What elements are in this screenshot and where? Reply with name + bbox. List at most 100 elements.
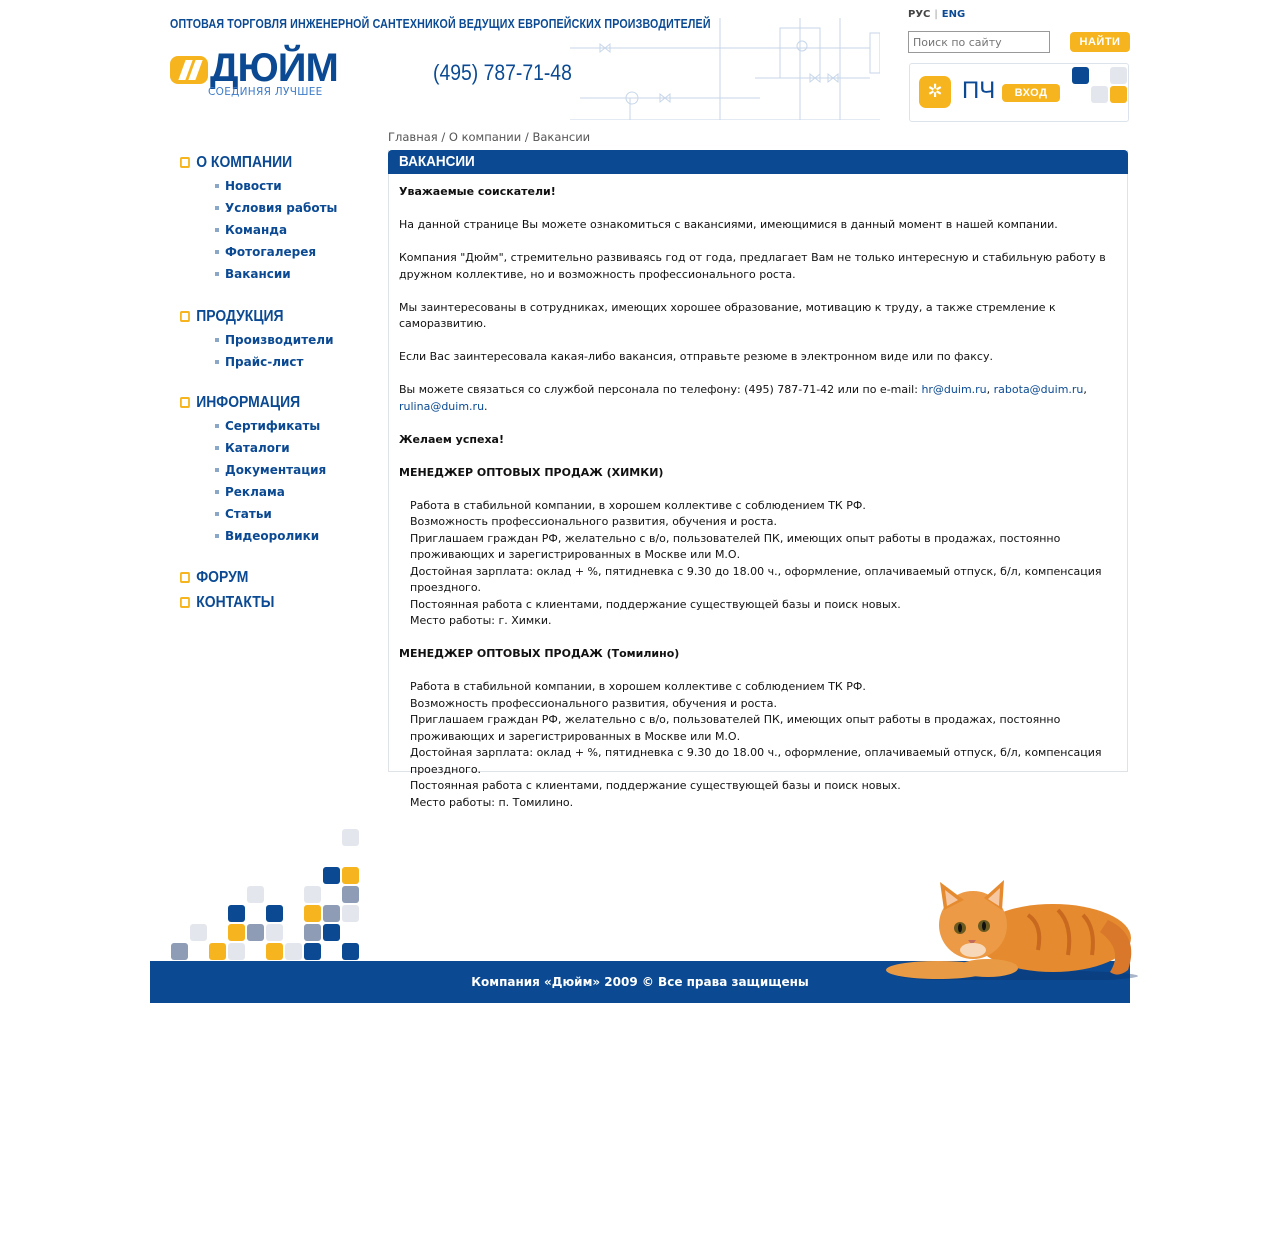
login-button[interactable]: ВХОД xyxy=(1002,84,1060,102)
lang-separator: | xyxy=(934,9,938,20)
logo-mark-icon xyxy=(170,56,208,84)
sidebar-item-label: Фотогалерея xyxy=(225,245,317,259)
dot-bullet-icon xyxy=(215,360,219,364)
decor-tile xyxy=(171,943,188,960)
decor-tile xyxy=(190,924,207,941)
site-logo[interactable]: ДЮЙМ СОЕДИНЯЯ ЛУЧШЕЕ xyxy=(170,48,400,102)
square-bullet-icon xyxy=(180,311,190,322)
nav-section-company[interactable]: О КОМПАНИИ xyxy=(180,150,360,175)
vacancy-line: Возможность профессионального развития, … xyxy=(410,515,778,528)
sidebar-item-label: Производители xyxy=(225,333,334,347)
vacancy-details: Работа в стабильной компании, в хорошем … xyxy=(399,498,1117,630)
sidebar-item-label: Команда xyxy=(225,223,288,237)
nav-section-forum[interactable]: ФОРУМ xyxy=(180,565,360,590)
sidebar-item-videos[interactable]: Видеоролики xyxy=(215,525,380,547)
sidebar-item-team[interactable]: Команда xyxy=(215,219,380,241)
decor-tile xyxy=(266,905,283,922)
decor-tile xyxy=(1110,67,1127,84)
vacancy-line: Место работы: п. Томилино. xyxy=(410,795,574,809)
contact-text: Вы можете связаться со службой персонала… xyxy=(399,383,918,396)
square-bullet-icon xyxy=(180,157,190,168)
decor-tile xyxy=(209,943,226,960)
sidebar-item-label: Новости xyxy=(225,179,282,193)
sidebar-item-articles[interactable]: Статьи xyxy=(215,503,380,525)
lang-en[interactable]: ENG xyxy=(942,9,965,20)
decor-tile xyxy=(323,924,340,941)
square-bullet-icon xyxy=(180,572,190,583)
decor-tile xyxy=(1072,67,1089,84)
dot-bullet-icon xyxy=(215,534,219,538)
dot-bullet-icon xyxy=(215,490,219,494)
sidebar-item-manufacturers[interactable]: Производители xyxy=(215,329,380,351)
vacancy-line: Возможность профессионального развития, … xyxy=(410,696,778,710)
decor-tile xyxy=(1091,86,1108,103)
paragraph: На данной странице Вы можете ознакомитьс… xyxy=(399,218,1058,231)
dot-bullet-icon xyxy=(215,512,219,516)
sidebar-item-documentation[interactable]: Документация xyxy=(215,459,380,481)
decor-tile xyxy=(247,886,264,903)
sidebar-item-certificates[interactable]: Сертификаты xyxy=(215,415,380,437)
content-body: Уважаемые соискатели! На данной странице… xyxy=(389,174,1127,811)
vacancy-line: Постоянная работа с клиентами, поддержан… xyxy=(410,779,901,792)
nav-section-products[interactable]: ПРОДУКЦИЯ xyxy=(180,304,360,329)
sidebar-item-news[interactable]: Новости xyxy=(215,175,380,197)
header-phone: (495) 787-71-48 xyxy=(433,60,572,85)
separator: , xyxy=(1083,383,1087,396)
dot-bullet-icon xyxy=(215,424,219,428)
lang-ru[interactable]: РУС xyxy=(908,9,930,20)
sidebar-item-label: Статьи xyxy=(225,507,272,521)
nav-section-contacts[interactable]: КОНТАКТЫ xyxy=(180,590,360,615)
email-link-hr[interactable]: hr@duim.ru xyxy=(921,383,986,396)
sidebar-item-advertising[interactable]: Реклама xyxy=(215,481,380,503)
separator: . xyxy=(484,399,488,413)
language-switcher: РУС | ENG xyxy=(908,9,965,20)
email-link-rabota[interactable]: rabota@duim.ru xyxy=(994,383,1084,396)
sidebar-item-label: Условия работы xyxy=(225,201,338,215)
sidebar-item-label: Сертификаты xyxy=(225,419,321,433)
breadcrumb-path[interactable]: Главная / О компании / Вакансии xyxy=(388,130,590,144)
nav-section-label: ФОРУМ xyxy=(196,569,249,586)
sidebar-item-label: Документация xyxy=(225,463,327,477)
nav-section-label: ИНФОРМАЦИЯ xyxy=(196,394,301,411)
sidebar-item-catalogs[interactable]: Каталоги xyxy=(215,437,380,459)
logo-text: ДЮЙМ xyxy=(210,46,339,90)
decor-tile xyxy=(342,886,359,903)
vacancy-line: Работа в стабильной компании, в хорошем … xyxy=(410,498,866,512)
sidebar-item-vacancies[interactable]: Вакансии xyxy=(215,263,380,285)
nav-section-information[interactable]: ИНФОРМАЦИЯ xyxy=(180,390,360,415)
sidebar-item-label: Вакансии xyxy=(225,267,291,281)
sidebar-item-label: Реклама xyxy=(225,485,285,499)
decor-tile xyxy=(342,905,359,922)
vacancy-details: Работа в стабильной компании, в хорошем … xyxy=(399,679,1117,811)
nav-section-label: ПРОДУКЦИЯ xyxy=(196,308,284,325)
decor-tile xyxy=(342,867,359,884)
dot-bullet-icon xyxy=(215,206,219,210)
vacancy-line: Достойная зарплата: оклад + %, пятидневк… xyxy=(410,746,1102,776)
decor-tile xyxy=(266,924,283,941)
sidebar-item-work-conditions[interactable]: Условия работы xyxy=(215,197,380,219)
page-title-bar: ВАКАНСИИ xyxy=(388,150,1128,174)
vacancy-line: Достойная зарплата: оклад + %, пятидневк… xyxy=(410,564,1102,595)
pipe-schematic-icon xyxy=(570,18,880,120)
dot-bullet-icon xyxy=(215,272,219,276)
decor-tile xyxy=(1110,86,1127,103)
wish-text: Желаем успеха! xyxy=(399,432,504,446)
search-button[interactable]: НАЙТИ xyxy=(1070,32,1130,52)
sidebar-nav: О КОМПАНИИ Новости Условия работы Команд… xyxy=(180,150,380,615)
email-link-rulina[interactable]: rulina@duim.ru xyxy=(399,400,484,413)
decor-tile xyxy=(285,943,302,960)
contact-paragraph: Вы можете связаться со службой персонала… xyxy=(399,382,1117,415)
sidebar-item-gallery[interactable]: Фотогалерея xyxy=(215,241,380,263)
decor-tile xyxy=(228,943,245,960)
decor-tile xyxy=(247,924,264,941)
search-input[interactable] xyxy=(908,31,1050,53)
nav-section-label: КОНТАКТЫ xyxy=(196,594,275,611)
square-bullet-icon xyxy=(180,597,190,608)
square-bullet-icon xyxy=(180,397,190,408)
vacancy-title: МЕНЕДЖЕР ОПТОВЫХ ПРОДАЖ (Томилино) xyxy=(399,647,680,660)
nav-section-label: О КОМПАНИИ xyxy=(196,154,293,171)
separator: , xyxy=(986,383,991,396)
sidebar-item-price-list[interactable]: Прайс-лист xyxy=(215,351,380,373)
kitten-image-icon xyxy=(886,880,1138,980)
people-icon: ✲ xyxy=(919,76,951,108)
